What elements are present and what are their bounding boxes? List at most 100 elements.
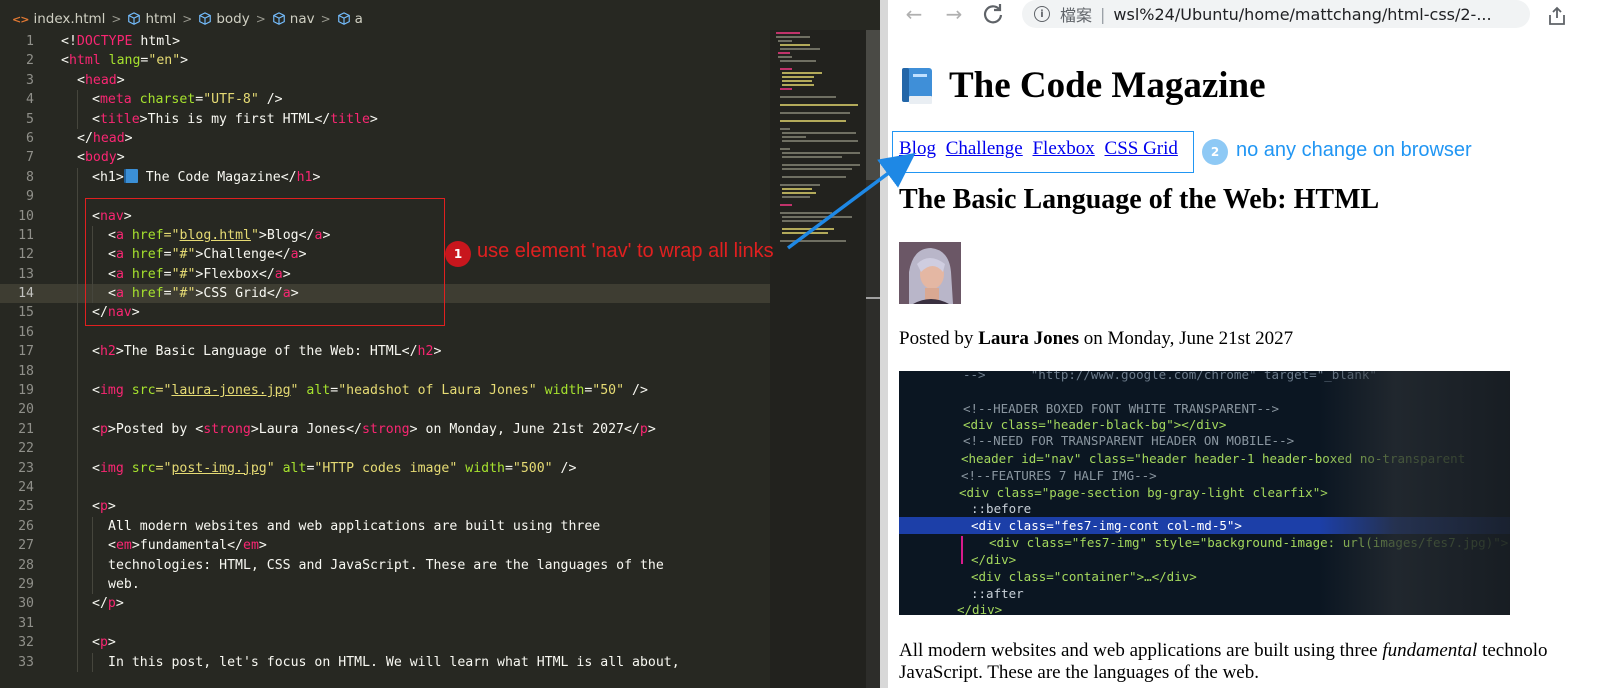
code-line[interactable]: 2 <html lang="en"> xyxy=(0,51,788,70)
code-token: h1 xyxy=(99,169,116,185)
code-line[interactable]: 6 </head> xyxy=(0,129,788,148)
code-editor[interactable]: <> index.html > html > body > nav > a 1 <… xyxy=(0,0,888,688)
code-text: <head> xyxy=(77,71,125,90)
editor-scrollbar[interactable] xyxy=(866,30,880,688)
code-token: </ xyxy=(77,130,93,146)
line-number: 5 xyxy=(26,111,34,127)
pane-divider[interactable] xyxy=(880,0,888,688)
code-token: < xyxy=(92,111,100,127)
minimap[interactable] xyxy=(770,30,866,688)
code-token: " xyxy=(266,460,275,476)
line-number: 13 xyxy=(18,266,34,282)
code-line[interactable]: 8 <h1> The Code Magazine</h1> xyxy=(0,167,788,188)
code-token: p xyxy=(99,635,108,651)
line-number: 15 xyxy=(18,305,34,321)
nav-links: Blog Challenge Flexbox CSS Grid xyxy=(899,138,1183,160)
code-line[interactable]: 4 <meta charset="UTF-8" /> xyxy=(0,90,788,110)
code-line[interactable]: 20 xyxy=(0,400,788,420)
code-line[interactable]: 21 <p>Posted by <strong>Laura Jones</stro… xyxy=(0,419,788,440)
minimap-line xyxy=(782,168,852,170)
code-line[interactable]: 29 web. xyxy=(0,574,788,595)
element-cube-icon xyxy=(337,12,350,25)
indent-guide xyxy=(77,167,78,188)
nav-link-flexbox[interactable]: Flexbox xyxy=(1032,138,1094,159)
code-line[interactable]: 3 <head> xyxy=(0,71,788,90)
breadcrumb-file[interactable]: <> index.html xyxy=(12,11,105,27)
minimap-line xyxy=(782,156,842,158)
indent-guide xyxy=(77,633,78,653)
breadcrumb-item-html[interactable]: html xyxy=(127,11,176,27)
nav-link-challenge[interactable]: Challenge xyxy=(946,138,1023,159)
forward-arrow-icon[interactable]: → xyxy=(942,2,966,26)
indent-guide xyxy=(77,284,78,304)
indent-guide xyxy=(77,206,78,226)
minimap-line xyxy=(780,148,790,150)
info-icon[interactable]: i xyxy=(1034,6,1050,22)
code-token[interactable]: post-img.jpg xyxy=(171,461,266,476)
scrollbar-cursor-marker xyxy=(866,297,880,299)
code-line[interactable]: 1 <!DOCTYPE html> xyxy=(0,32,788,51)
code-text: <!DOCTYPE html> xyxy=(61,32,180,51)
code-line[interactable]: 32 <p> xyxy=(0,633,788,653)
code-text: </head> xyxy=(77,129,133,148)
share-icon[interactable] xyxy=(1545,4,1569,28)
code-line[interactable]: 22 xyxy=(0,439,788,459)
html-file-icon: <> xyxy=(12,12,29,26)
code-token: alt xyxy=(274,460,307,476)
code-line[interactable]: 7 <body> xyxy=(0,148,788,167)
breadcrumb-item-a[interactable]: a xyxy=(337,11,363,27)
post-image: --> "http://www.google.com/chrome" targe… xyxy=(899,371,1510,615)
indent-guide xyxy=(77,109,78,129)
address-scheme-label: 檔案 xyxy=(1060,6,1093,25)
code-token: lang xyxy=(100,53,141,69)
paragraph-text: technolo xyxy=(1477,640,1548,661)
code-area[interactable]: 1 <!DOCTYPE html> 2 <html lang="en"> 3 <hea… xyxy=(0,32,788,672)
address-separator: | xyxy=(1100,4,1106,24)
code-line[interactable]: 27 <em>fundamental</em> xyxy=(0,536,788,556)
element-cube-icon xyxy=(128,12,141,25)
code-line[interactable]: 25 <p> xyxy=(0,497,788,517)
code-line[interactable]: 33 In this post, let's focus on HTML. We … xyxy=(0,652,788,672)
code-token: em xyxy=(115,538,132,554)
line-number: 33 xyxy=(18,654,34,670)
address-url[interactable]: wsl%24/Ubuntu/home/mattchang/html-css/2-… xyxy=(1113,5,1491,24)
address-bar[interactable]: i 檔案 | wsl%24/Ubuntu/home/mattchang/html… xyxy=(1022,0,1530,28)
breadcrumb-item-nav[interactable]: nav xyxy=(272,11,315,27)
code-token: src xyxy=(123,460,156,476)
indent-guide xyxy=(77,303,78,323)
code-line[interactable]: 23 <img src="post-img.jpg" alt = "HTTP code… xyxy=(0,458,788,478)
breadcrumb-item-label: html xyxy=(145,11,177,27)
code-token: <! xyxy=(61,34,77,49)
code-token[interactable]: laura-jones.jpg xyxy=(171,383,290,398)
code-line[interactable]: 19 <img src="laura-jones.jpg" alt="headsh… xyxy=(0,381,788,401)
breadcrumb-item-body[interactable]: body xyxy=(198,11,250,27)
code-token: > xyxy=(312,169,321,185)
back-arrow-icon[interactable]: ← xyxy=(902,2,926,26)
post-meta: Posted by Laura Jones on Monday, June 21… xyxy=(899,328,1293,350)
nav-link-css-grid[interactable]: CSS Grid xyxy=(1105,138,1178,159)
code-token: html xyxy=(68,53,101,69)
code-line[interactable]: 5 <title>This is my first HTML</title> xyxy=(0,109,788,129)
code-line[interactable]: 31 xyxy=(0,613,788,634)
code-token: img xyxy=(99,460,124,476)
code-line[interactable]: 26 All modern websites and web applicatio… xyxy=(0,516,788,537)
reload-icon[interactable] xyxy=(981,2,1005,26)
indent-guide xyxy=(77,555,78,575)
indent-guide xyxy=(92,516,93,537)
code-line[interactable]: 30 </p> xyxy=(0,594,788,614)
minimap-line xyxy=(782,216,852,218)
line-number: 3 xyxy=(26,72,34,88)
scrollbar-thumb[interactable] xyxy=(866,30,880,180)
code-line[interactable]: 28 technologies: HTML, CSS and JavaScript… xyxy=(0,555,788,575)
code-token: >The Basic Language of the Web: HTML</ xyxy=(115,344,418,360)
code-token: > xyxy=(116,72,125,88)
annotation-text-1: use element 'nav' to wrap all links xyxy=(477,240,774,262)
code-line[interactable]: 18 xyxy=(0,361,788,382)
code-text: <h1> The Code Magazine</h1> xyxy=(92,168,320,187)
nav-link-blog[interactable]: Blog xyxy=(899,138,936,159)
line-number: 22 xyxy=(18,441,34,457)
code-token: < xyxy=(61,53,69,69)
code-line[interactable]: 17 <h2>The Basic Language of the Web: HTM… xyxy=(0,342,788,362)
indent-guide xyxy=(77,516,78,537)
code-line[interactable]: 24 xyxy=(0,477,788,498)
